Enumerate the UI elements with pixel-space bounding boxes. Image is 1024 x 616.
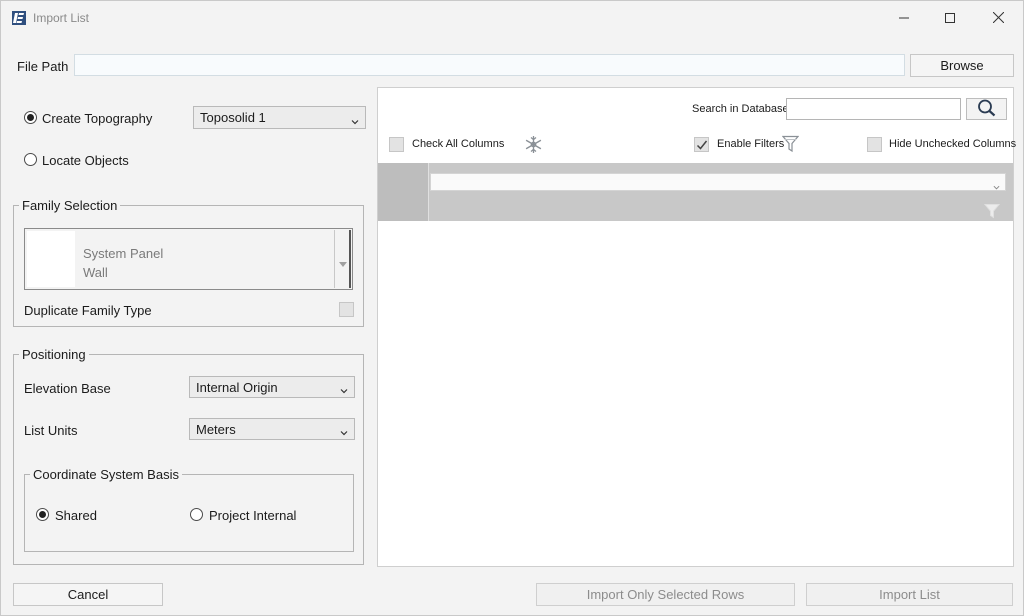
- enable-filters-checkbox[interactable]: [694, 137, 709, 152]
- import-selected-rows-button[interactable]: Import Only Selected Rows: [536, 583, 795, 606]
- project-internal-radio[interactable]: [190, 508, 203, 521]
- cancel-button[interactable]: Cancel: [13, 583, 163, 606]
- shared-label: Shared: [55, 508, 97, 523]
- maximize-button[interactable]: [927, 1, 973, 35]
- minimize-button[interactable]: [881, 1, 927, 35]
- family-list-scrollbar[interactable]: [334, 230, 351, 288]
- enable-filters-label: Enable Filters: [717, 138, 785, 150]
- topography-select[interactable]: Toposolid 1: [193, 106, 366, 129]
- hide-unchecked-columns-label: Hide Unchecked Columns: [889, 138, 1017, 150]
- topography-select-value: Toposolid 1: [200, 110, 266, 125]
- caret-down-icon: [339, 255, 347, 270]
- window-title: Import List: [33, 11, 90, 25]
- list-units-value: Meters: [196, 421, 236, 437]
- chevron-down-icon: [340, 383, 348, 394]
- project-internal-label: Project Internal: [209, 508, 297, 523]
- chevron-down-icon: [351, 114, 359, 124]
- grid-corner: [378, 163, 429, 221]
- close-button[interactable]: [975, 1, 1021, 35]
- snowflake-icon[interactable]: [524, 135, 543, 157]
- locate-objects-label: Locate Objects: [42, 153, 129, 168]
- list-units-select[interactable]: Meters: [189, 418, 355, 440]
- column-filter-select[interactable]: [430, 173, 1006, 191]
- title-bar: Import List: [1, 1, 1023, 35]
- chevron-down-icon: [993, 179, 1000, 194]
- list-item[interactable]: System Panel: [83, 246, 163, 261]
- family-list[interactable]: System Panel Wall: [24, 228, 353, 290]
- shared-radio[interactable]: [36, 508, 49, 521]
- column-filter-icon[interactable]: [983, 203, 1001, 222]
- browse-button[interactable]: Browse: [910, 54, 1014, 77]
- create-topography-radio[interactable]: [24, 111, 37, 124]
- elevation-base-value: Internal Origin: [196, 379, 278, 395]
- list-units-label: List Units: [24, 423, 78, 438]
- import-list-button[interactable]: Import List: [806, 583, 1013, 606]
- chevron-down-icon: [340, 425, 348, 436]
- search-icon: [977, 99, 997, 120]
- coordinate-system-title: Coordinate System Basis: [30, 467, 182, 482]
- family-selection-title: Family Selection: [19, 198, 121, 213]
- elevation-base-label: Elevation Base: [24, 381, 111, 396]
- file-path-label: File Path: [17, 59, 69, 74]
- list-item[interactable]: Wall: [83, 265, 108, 280]
- create-topography-label: Create Topography: [42, 111, 153, 126]
- minimize-icon: [899, 11, 909, 26]
- hide-unchecked-columns-checkbox[interactable]: [867, 137, 882, 152]
- elevation-base-select[interactable]: Internal Origin: [189, 376, 355, 398]
- search-database-label: Search in Database: [692, 103, 789, 115]
- data-grid-header: [378, 163, 1013, 221]
- data-grid-body[interactable]: [378, 221, 1013, 566]
- family-preview: [27, 231, 75, 287]
- import-list-window: Import List File Path Browse Create Topo…: [0, 0, 1024, 616]
- duplicate-family-type-label: Duplicate Family Type: [24, 303, 152, 318]
- close-icon: [992, 11, 1004, 26]
- positioning-title: Positioning: [19, 347, 89, 362]
- locate-objects-radio[interactable]: [24, 153, 37, 166]
- duplicate-family-type-checkbox[interactable]: [339, 302, 354, 317]
- search-database-input[interactable]: [786, 98, 961, 120]
- file-path-input[interactable]: [74, 54, 905, 76]
- app-logo-icon: [11, 10, 27, 26]
- filter-icon: [781, 135, 800, 156]
- check-all-columns-label: Check All Columns: [412, 138, 505, 150]
- search-button[interactable]: [966, 98, 1007, 120]
- check-all-columns-checkbox[interactable]: [389, 137, 404, 152]
- maximize-icon: [945, 11, 955, 26]
